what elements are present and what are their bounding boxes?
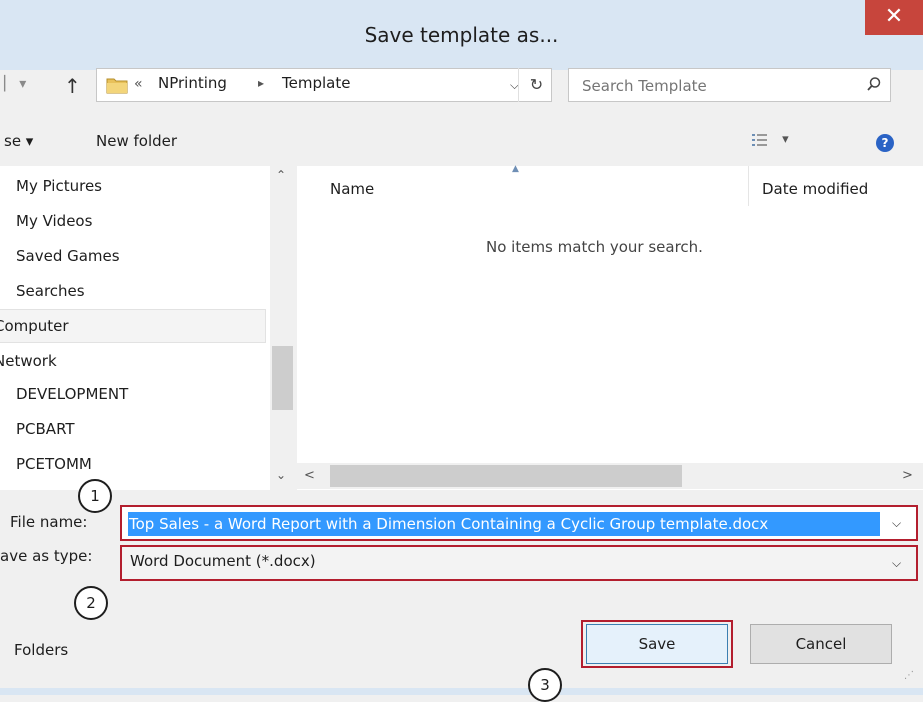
nav-item-development[interactable]: DEVELOPMENT — [0, 378, 266, 410]
forward-icon[interactable]: ▏ ▾ — [4, 76, 26, 92]
save-button[interactable]: Save — [586, 624, 728, 664]
folder-icon — [106, 78, 128, 94]
refresh-icon[interactable]: ↻ — [518, 68, 554, 102]
nav-item-my-pictures[interactable]: My Pictures — [0, 170, 266, 202]
sort-ascending-icon: ▲ — [512, 164, 519, 174]
chevron-down-icon: ▾ — [782, 132, 789, 147]
file-name-input[interactable]: Top Sales - a Word Report with a Dimensi… — [128, 512, 880, 536]
column-header-date-modified[interactable]: Date modified — [762, 180, 868, 198]
file-name-dropdown-icon[interactable]: ⌵ — [892, 516, 901, 531]
cancel-button[interactable]: Cancel — [750, 624, 892, 664]
resize-grip-icon[interactable]: ⋰ — [904, 670, 914, 681]
column-divider[interactable] — [748, 166, 749, 206]
view-options-button[interactable]: ▾ — [752, 132, 789, 147]
column-header-name[interactable]: Name — [330, 180, 374, 198]
breadcrumb-template[interactable]: Template — [282, 74, 350, 92]
hide-folders-toggle[interactable]: Folders — [14, 641, 68, 659]
scroll-down-icon[interactable]: ⌄ — [276, 468, 286, 482]
window-bottom-border — [0, 688, 923, 695]
nav-item-pcbart[interactable]: PCBART — [0, 413, 266, 445]
nav-scrollbar-thumb[interactable] — [272, 346, 293, 410]
nav-item-my-videos[interactable]: My Videos — [0, 205, 266, 237]
details-view-icon — [752, 133, 767, 146]
empty-list-message: No items match your search. — [486, 238, 703, 256]
organize-button[interactable]: se ▾ — [4, 132, 33, 150]
up-arrow-icon[interactable]: ↑ — [64, 74, 81, 98]
nav-scrollbar[interactable] — [270, 166, 295, 490]
close-button[interactable]: ✕ — [865, 0, 923, 35]
new-folder-button[interactable]: New folder — [96, 132, 177, 150]
nav-item-network[interactable]: Network — [0, 345, 260, 377]
save-as-type-value[interactable]: Word Document (*.docx) — [130, 552, 316, 570]
help-icon[interactable]: ? — [876, 134, 894, 152]
breadcrumb-overflow-icon[interactable]: « — [134, 76, 143, 92]
scroll-right-icon[interactable]: > — [902, 468, 913, 483]
window-title: Save template as... — [364, 23, 559, 47]
save-as-type-label: ave as type: — [0, 547, 93, 565]
breadcrumb-chevron-icon[interactable]: ▸ — [258, 76, 264, 90]
breadcrumb-nprinting[interactable]: NPrinting — [158, 74, 227, 92]
callout-3: 3 — [528, 668, 562, 702]
callout-2: 2 — [74, 586, 108, 620]
callout-1: 1 — [78, 479, 112, 513]
nav-item-computer[interactable]: Computer — [0, 310, 260, 342]
nav-item-searches[interactable]: Searches — [0, 275, 266, 307]
save-as-type-dropdown-icon[interactable]: ⌵ — [892, 556, 901, 571]
horizontal-scrollbar-thumb[interactable] — [330, 465, 682, 487]
scroll-up-icon[interactable]: ⌃ — [276, 168, 286, 182]
scroll-left-icon[interactable]: < — [304, 468, 315, 483]
file-name-label: File name: — [10, 513, 88, 531]
file-list[interactable] — [297, 166, 923, 490]
search-icon[interactable] — [866, 76, 882, 92]
nav-item-pcetomm[interactable]: PCETOMM — [0, 448, 266, 480]
nav-item-saved-games[interactable]: Saved Games — [0, 240, 266, 272]
search-input[interactable] — [582, 74, 842, 98]
